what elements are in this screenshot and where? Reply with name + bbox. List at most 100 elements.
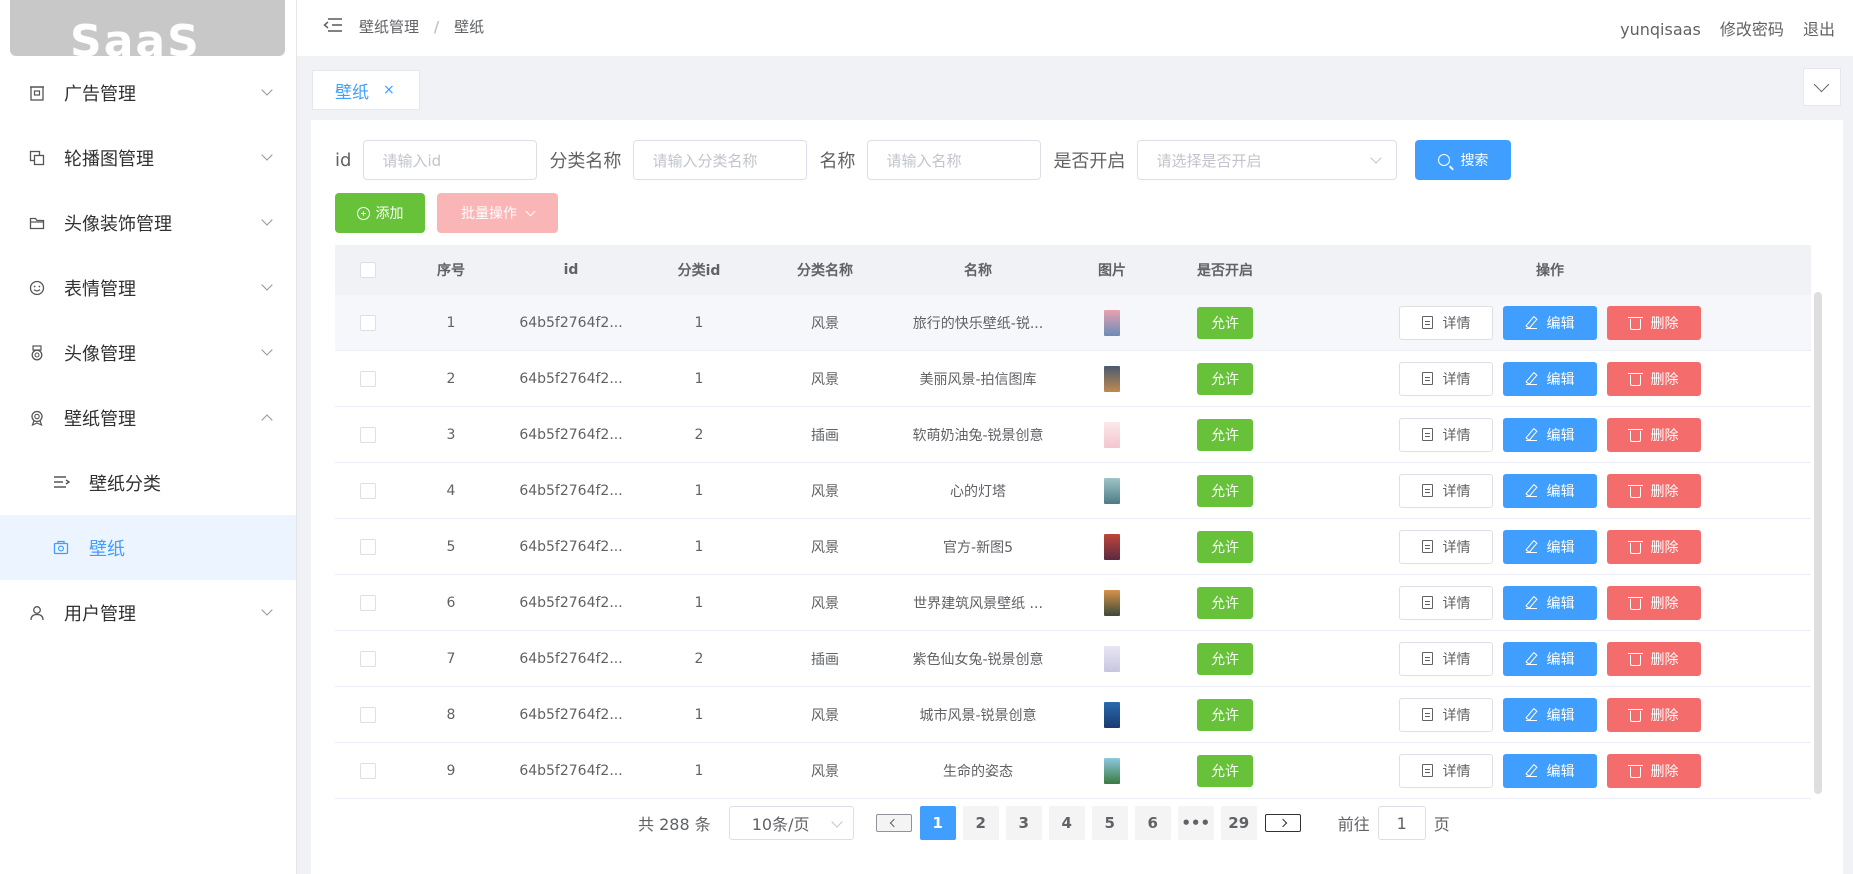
- next-page-button[interactable]: [1264, 814, 1301, 832]
- sidebar-item-users[interactable]: 用户管理: [0, 580, 296, 645]
- allow-status-button[interactable]: 允许: [1197, 754, 1253, 787]
- batch-operation-button[interactable]: 批量操作: [437, 193, 558, 233]
- row-checkbox[interactable]: [360, 314, 376, 331]
- tabs-dropdown-button[interactable]: [1803, 68, 1841, 106]
- detail-button[interactable]: 详情: [1399, 417, 1493, 452]
- row-checkbox[interactable]: [360, 762, 376, 779]
- breadcrumb-item[interactable]: 壁纸管理: [359, 18, 419, 36]
- detail-button[interactable]: 详情: [1399, 361, 1493, 396]
- open-select[interactable]: 请选择是否开启: [1137, 140, 1398, 180]
- page-ellipsis[interactable]: •••: [1177, 806, 1214, 840]
- page-button-3[interactable]: 3: [1005, 806, 1042, 840]
- logout-link[interactable]: 退出: [1803, 20, 1835, 39]
- select-all-checkbox[interactable]: [360, 262, 376, 278]
- edit-button[interactable]: 编辑: [1503, 417, 1597, 452]
- allow-status-button[interactable]: 允许: [1197, 698, 1253, 731]
- edit-button[interactable]: 编辑: [1503, 585, 1597, 620]
- table-row: 6 64b5f2764f2... 1 风景 世界建筑风景壁纸 ... 允许 详情 编辑 删除: [335, 575, 1811, 631]
- row-checkbox[interactable]: [360, 706, 376, 723]
- close-icon[interactable]: ×: [383, 82, 395, 98]
- trash-icon: [1627, 597, 1643, 610]
- add-button[interactable]: 添加: [335, 193, 425, 233]
- delete-button[interactable]: 删除: [1607, 417, 1701, 452]
- page-size-select[interactable]: 10条/页: [728, 806, 854, 840]
- sidebar-item-avatar[interactable]: 头像管理: [0, 320, 296, 385]
- delete-button[interactable]: 删除: [1607, 305, 1701, 340]
- delete-button[interactable]: 删除: [1607, 473, 1701, 508]
- row-checkbox[interactable]: [360, 538, 376, 555]
- row-checkbox[interactable]: [360, 370, 376, 387]
- allow-status-button[interactable]: 允许: [1197, 474, 1253, 507]
- detail-button[interactable]: 详情: [1399, 641, 1493, 676]
- category-input[interactable]: 请输入分类名称: [633, 140, 808, 180]
- detail-button[interactable]: 详情: [1399, 585, 1493, 620]
- delete-button[interactable]: 删除: [1607, 529, 1701, 564]
- table-scrollbar[interactable]: [1814, 292, 1822, 794]
- page-button-2[interactable]: 2: [962, 806, 999, 840]
- allow-status-button[interactable]: 允许: [1197, 418, 1253, 451]
- row-checkbox[interactable]: [360, 426, 376, 443]
- wallpaper-thumbnail[interactable]: [1104, 421, 1120, 448]
- allow-status-button[interactable]: 允许: [1197, 586, 1253, 619]
- tab-wallpaper[interactable]: 壁纸 ×: [312, 70, 420, 110]
- sidebar-item-wallpaper-list[interactable]: 壁纸: [0, 515, 296, 580]
- detail-button[interactable]: 详情: [1399, 529, 1493, 564]
- logo: SaaS: [10, 0, 285, 56]
- wallpaper-thumbnail[interactable]: [1104, 477, 1120, 504]
- page-button-4[interactable]: 4: [1048, 806, 1085, 840]
- row-checkbox[interactable]: [360, 482, 376, 499]
- page-button-5[interactable]: 5: [1091, 806, 1128, 840]
- edit-button[interactable]: 编辑: [1503, 305, 1597, 340]
- name-input[interactable]: 请输入名称: [867, 140, 1042, 180]
- detail-button[interactable]: 详情: [1399, 473, 1493, 508]
- allow-status-button[interactable]: 允许: [1197, 306, 1253, 339]
- delete-button[interactable]: 删除: [1607, 585, 1701, 620]
- prev-page-button[interactable]: [875, 814, 912, 832]
- goto-page-input[interactable]: 1: [1377, 806, 1426, 840]
- allow-status-button[interactable]: 允许: [1197, 642, 1253, 675]
- wallpaper-thumbnail[interactable]: [1104, 757, 1120, 784]
- search-button[interactable]: 搜索: [1415, 140, 1512, 180]
- wallpaper-thumbnail[interactable]: [1104, 365, 1120, 392]
- row-checkbox[interactable]: [360, 594, 376, 611]
- sidebar-item-avatar-decoration[interactable]: 头像装饰管理: [0, 190, 296, 255]
- sidebar-item-wallpaper-category[interactable]: 壁纸分类: [0, 450, 296, 515]
- row-checkbox[interactable]: [360, 650, 376, 667]
- wallpaper-thumbnail[interactable]: [1104, 589, 1120, 616]
- sidebar-item-carousel[interactable]: 轮播图管理: [0, 125, 296, 190]
- detail-button[interactable]: 详情: [1399, 697, 1493, 732]
- page-button-29[interactable]: 29: [1220, 806, 1257, 840]
- edit-button[interactable]: 编辑: [1503, 753, 1597, 788]
- delete-button[interactable]: 删除: [1607, 697, 1701, 732]
- sidebar-item-emoji[interactable]: 表情管理: [0, 255, 296, 320]
- username: yunqisaas: [1620, 20, 1701, 39]
- delete-button[interactable]: 删除: [1607, 641, 1701, 676]
- table-row: 2 64b5f2764f2... 1 风景 美丽风景-拍信图库 允许 详情 编辑 删除: [335, 351, 1811, 407]
- sidebar-item-ads[interactable]: 广告管理: [0, 60, 296, 125]
- delete-button[interactable]: 删除: [1607, 753, 1701, 788]
- id-input[interactable]: 请输入id: [363, 140, 538, 180]
- row-checkbox-cell: [335, 314, 401, 331]
- delete-button[interactable]: 删除: [1607, 361, 1701, 396]
- edit-button[interactable]: 编辑: [1503, 697, 1597, 732]
- detail-button[interactable]: 详情: [1399, 753, 1493, 788]
- sidebar-item-label: 头像装饰管理: [64, 213, 172, 235]
- wallpaper-thumbnail[interactable]: [1104, 533, 1120, 560]
- edit-button[interactable]: 编辑: [1503, 529, 1597, 564]
- page-button-1[interactable]: 1: [919, 806, 956, 840]
- edit-button[interactable]: 编辑: [1503, 361, 1597, 396]
- document-icon: [1421, 484, 1433, 497]
- column-header: 是否开启: [1197, 263, 1253, 279]
- detail-button[interactable]: 详情: [1399, 305, 1493, 340]
- allow-status-button[interactable]: 允许: [1197, 362, 1253, 395]
- allow-status-button[interactable]: 允许: [1197, 530, 1253, 563]
- page-button-6[interactable]: 6: [1134, 806, 1171, 840]
- sidebar-item-wallpaper[interactable]: 壁纸管理: [0, 385, 296, 450]
- change-password-link[interactable]: 修改密码: [1720, 20, 1784, 39]
- wallpaper-thumbnail[interactable]: [1104, 309, 1120, 336]
- wallpaper-thumbnail[interactable]: [1104, 645, 1120, 672]
- wallpaper-thumbnail[interactable]: [1104, 701, 1120, 728]
- collapse-menu-icon[interactable]: [323, 17, 343, 33]
- edit-button[interactable]: 编辑: [1503, 473, 1597, 508]
- edit-button[interactable]: 编辑: [1503, 641, 1597, 676]
